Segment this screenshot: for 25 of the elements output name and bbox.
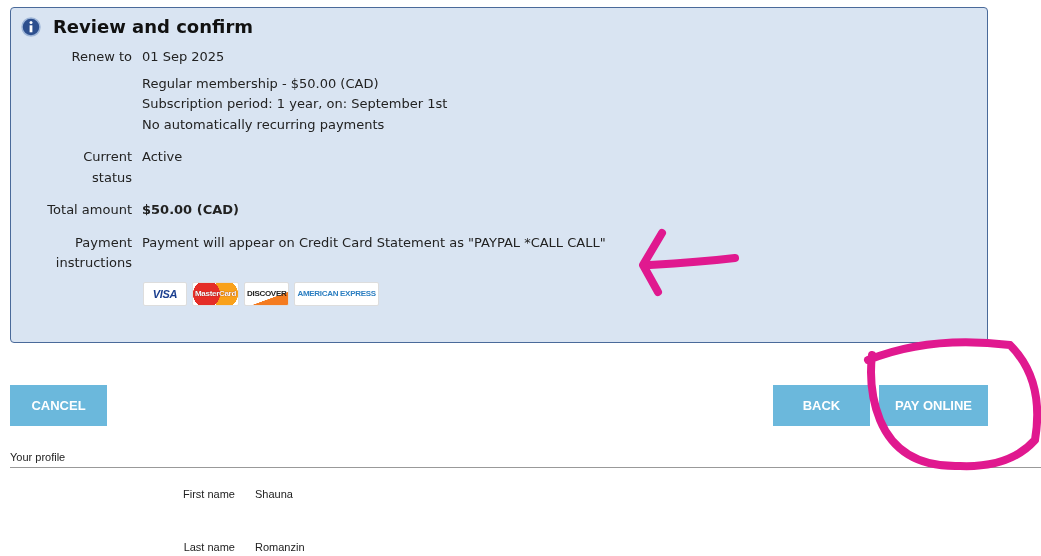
field-label: Renew to: [70, 48, 132, 66]
cancel-button[interactable]: CANCEL: [10, 385, 107, 426]
field-value: 01 Sep 2025: [142, 48, 226, 66]
field-label: Last name: [182, 541, 235, 555]
field-label: Current status: [82, 148, 132, 187]
field-value: Shauna: [255, 488, 293, 502]
field-note: Regular membership - $50.00 (CAD): [142, 74, 380, 93]
field-label: First name: [182, 488, 235, 502]
field-label: Payment instructions: [54, 233, 132, 272]
info-icon: [21, 16, 41, 37]
field-value: $50.00 (CAD): [142, 201, 239, 219]
field-label: Total amount: [46, 201, 132, 219]
card-logo: MasterCard: [192, 281, 240, 306]
field-note: Subscription period: 1 year, on: September 1st: [142, 95, 448, 113]
panel-title: Review and confirm: [53, 16, 253, 37]
card-logo: VISA: [143, 281, 187, 306]
card-logo: DISCOVER: [244, 281, 290, 306]
field-note: No automatically recurring payments: [142, 115, 386, 134]
field-value: Romanzin: [255, 541, 305, 555]
section-heading: Your profile: [10, 451, 1041, 468]
card-logo: AMERICAN EXPRESS: [294, 281, 379, 306]
field-value: Active: [142, 148, 183, 166]
action-button[interactable]: BACK: [772, 385, 870, 426]
field-value: Payment will appear on Credit Card Statement as "PAYPAL *CALL CALL": [142, 233, 606, 252]
action-button[interactable]: PAY ONLINE: [878, 385, 988, 426]
